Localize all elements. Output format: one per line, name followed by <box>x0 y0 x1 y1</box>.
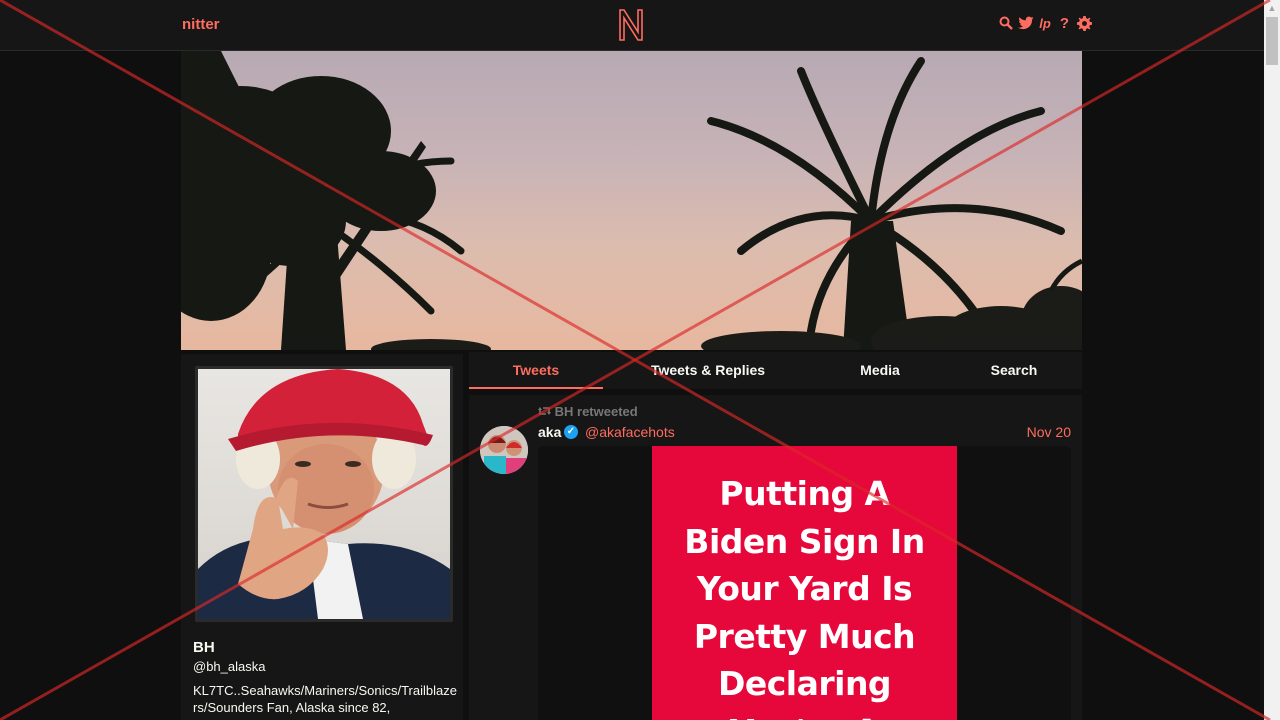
help-icon[interactable]: ? <box>1057 16 1072 32</box>
media-text: Putting A Biden Sign In Your Yard Is Pre… <box>652 470 957 720</box>
nitter-logo-icon <box>619 9 643 41</box>
settings-gear-icon[interactable] <box>1077 16 1092 32</box>
media-text-line: Biden Sign In <box>684 521 925 561</box>
tab-tweets-replies[interactable]: Tweets & Replies <box>629 352 787 389</box>
profile-banner[interactable] <box>181 51 1082 350</box>
retweet-icon <box>538 404 555 419</box>
scroll-thumb[interactable] <box>1266 17 1278 65</box>
profile-username[interactable]: @bh_alaska <box>193 659 265 674</box>
media-text-line: You're A <box>652 708 957 720</box>
twitter-bird-icon[interactable] <box>1018 16 1034 32</box>
tweet-fullname[interactable]: aka <box>538 424 561 440</box>
nitter-logo[interactable] <box>617 8 645 42</box>
tweet-media-container: Putting A Biden Sign In Your Yard Is Pre… <box>538 446 1071 720</box>
search-icon[interactable] <box>998 16 1013 32</box>
tweet-avatar[interactable] <box>480 426 528 474</box>
tab-tweets[interactable]: Tweets <box>469 352 603 389</box>
media-text-line: Declaring <box>717 664 892 703</box>
tweet-avatar-image <box>480 426 528 474</box>
profile-bio: KL7TC..Seahawks/Mariners/Sonics/Trailbla… <box>193 683 457 715</box>
profile-avatar[interactable] <box>198 369 450 619</box>
media-text-line: Putting A <box>719 474 890 513</box>
timeline-tabs: Tweets Tweets & Replies Media Search <box>469 352 1082 389</box>
banner-palm-trees-image <box>181 51 1082 350</box>
tweet-date[interactable]: Nov 20 <box>1027 424 1071 440</box>
navbar: nitter lp ? <box>0 0 1264 51</box>
timeline: BH retweeted aka ✓ @akafacehots Nov 20 P… <box>469 395 1082 720</box>
media-text-line: Your Yard Is <box>696 569 913 608</box>
profile-card: BH @bh_alaska KL7TC..Seahawks/Mariners/S… <box>181 354 463 720</box>
retweet-label[interactable]: BH retweeted <box>555 404 638 419</box>
nav-icons: lp ? <box>998 16 1092 32</box>
media-text-line: Pretty Much <box>693 616 916 656</box>
page-scrollbar[interactable]: ▲ <box>1264 0 1280 720</box>
retweet-header: BH retweeted <box>538 404 638 419</box>
tab-search[interactable]: Search <box>959 352 1069 389</box>
lp-icon[interactable]: lp <box>1038 16 1052 32</box>
tab-media[interactable]: Media <box>821 352 939 389</box>
tweet-media-image[interactable]: Putting A Biden Sign In Your Yard Is Pre… <box>652 446 957 720</box>
tweet-handle[interactable]: @akafacehots <box>585 424 675 440</box>
profile-avatar-image <box>198 369 450 619</box>
profile-fullname[interactable]: BH <box>193 639 215 656</box>
verified-badge-icon: ✓ <box>564 425 578 439</box>
brand-link[interactable]: nitter <box>182 16 220 33</box>
avatar-frame <box>195 366 453 622</box>
scroll-up-arrow-icon[interactable]: ▲ <box>1264 0 1280 16</box>
